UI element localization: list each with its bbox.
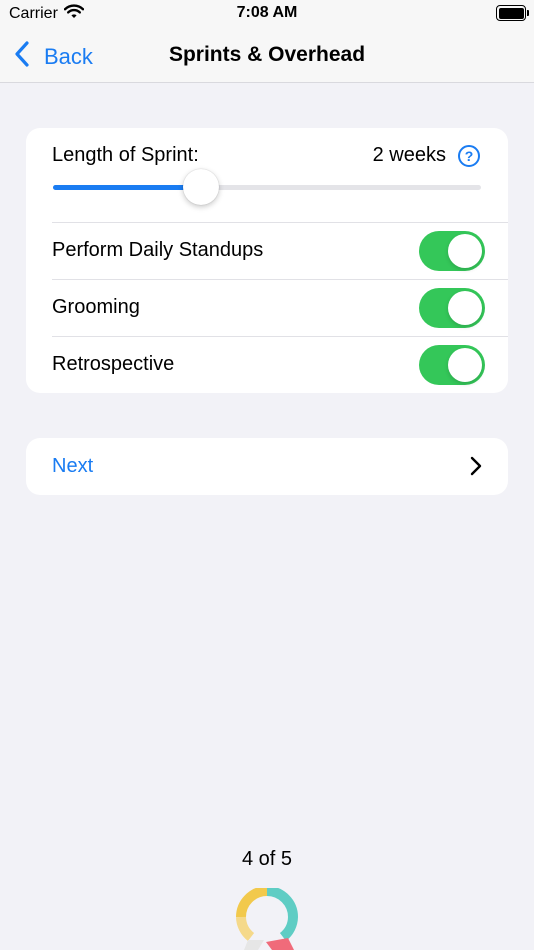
row-divider bbox=[52, 336, 508, 337]
daily-standups-switch[interactable] bbox=[419, 231, 485, 271]
battery-icon bbox=[496, 5, 529, 21]
switch-knob bbox=[448, 291, 482, 325]
sprint-length-value: 2 weeks bbox=[372, 144, 446, 166]
sprint-length-slider[interactable] bbox=[53, 185, 481, 190]
sprint-length-row: Length of Sprint: 2 weeks ? bbox=[26, 128, 508, 222]
battery-level bbox=[498, 7, 524, 19]
row-divider bbox=[52, 222, 508, 223]
retrospective-switch[interactable] bbox=[419, 345, 485, 385]
toggle-row-grooming: Grooming bbox=[26, 279, 508, 336]
row-divider bbox=[52, 279, 508, 280]
status-time: 7:08 AM bbox=[236, 4, 298, 21]
status-bar: Carrier 7:08 AM bbox=[0, 0, 534, 30]
grooming-switch[interactable] bbox=[419, 288, 485, 328]
settings-card: Length of Sprint: 2 weeks ? Perform Dail… bbox=[26, 128, 508, 393]
switch-knob bbox=[448, 348, 482, 382]
toggle-label-daily-standups: Perform Daily Standups bbox=[52, 239, 264, 261]
next-label: Next bbox=[52, 455, 94, 477]
chevron-right-icon bbox=[470, 456, 482, 481]
sprint-length-label: Length of Sprint: bbox=[52, 144, 199, 166]
page-title: Sprints & Overhead bbox=[168, 43, 366, 66]
toggle-row-daily-standups: Perform Daily Standups bbox=[26, 222, 508, 279]
switch-knob bbox=[448, 234, 482, 268]
question-circle-icon[interactable]: ? bbox=[458, 145, 480, 167]
page-indicator: 4 of 5 bbox=[241, 848, 293, 870]
toggle-label-grooming: Grooming bbox=[52, 296, 140, 318]
app-logo-icon bbox=[236, 888, 298, 950]
toggle-label-retrospective: Retrospective bbox=[52, 353, 175, 375]
slider-thumb[interactable] bbox=[182, 169, 219, 205]
next-button[interactable]: Next bbox=[26, 438, 508, 495]
navigation-bar: Back Sprints & Overhead bbox=[0, 30, 534, 83]
toggle-row-retrospective: Retrospective bbox=[26, 336, 508, 393]
slider-fill bbox=[53, 185, 201, 190]
